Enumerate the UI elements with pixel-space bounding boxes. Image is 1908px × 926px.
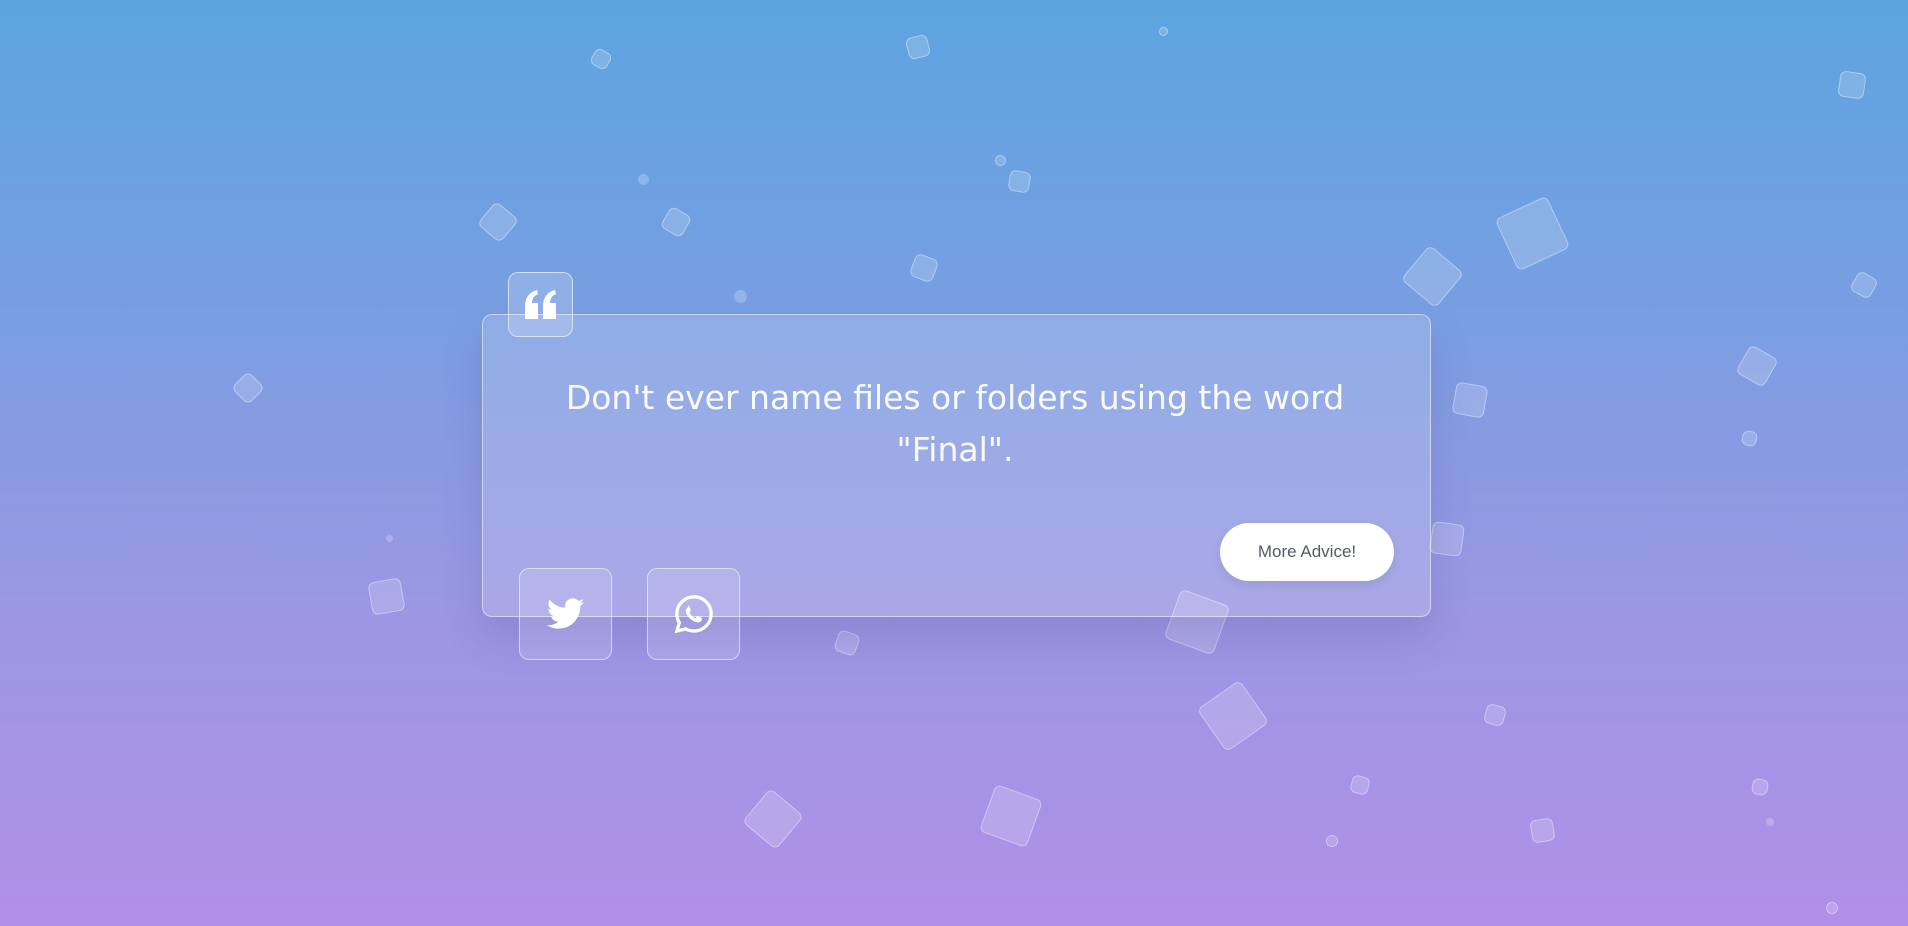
decor-square [978, 783, 1044, 849]
decor-dot [1766, 818, 1774, 826]
decor-square [1837, 70, 1867, 100]
twitter-share-button[interactable] [519, 568, 612, 660]
quote-icon [508, 272, 573, 337]
decor-square [904, 33, 932, 61]
quote-glyph [524, 289, 556, 319]
decor-square [1848, 269, 1880, 301]
decor-square [1196, 679, 1270, 753]
twitter-icon [546, 598, 584, 629]
decor-square [1482, 702, 1508, 728]
decor-square [1735, 344, 1779, 388]
decor-dot [386, 535, 393, 542]
whatsapp-icon [674, 595, 713, 634]
decor-square [1400, 244, 1465, 309]
decor-square [1824, 900, 1840, 916]
decor-square [1348, 773, 1372, 797]
decor-square [1451, 381, 1489, 419]
decor-square [1750, 777, 1770, 797]
decor-square [659, 205, 693, 239]
decor-dot [734, 290, 747, 303]
decor-square [832, 628, 862, 658]
decor-square [231, 371, 265, 405]
more-advice-button[interactable]: More Advice! [1220, 523, 1394, 581]
decor-square [1529, 817, 1556, 844]
advice-text: Don't ever name files or folders using t… [565, 378, 1345, 469]
decor-square [1428, 520, 1466, 558]
decor-square [993, 153, 1008, 168]
decor-square [908, 252, 940, 284]
whatsapp-share-button[interactable] [647, 568, 740, 660]
decor-square [588, 46, 614, 72]
decor-square [742, 788, 804, 850]
decor-square [1157, 25, 1170, 38]
decor-square [476, 200, 520, 244]
decor-square [1494, 195, 1571, 272]
decor-square [367, 577, 406, 616]
decor-square [1007, 169, 1032, 194]
decor-square [1323, 832, 1341, 850]
decor-dot [638, 174, 649, 185]
decor-square [1740, 429, 1759, 448]
